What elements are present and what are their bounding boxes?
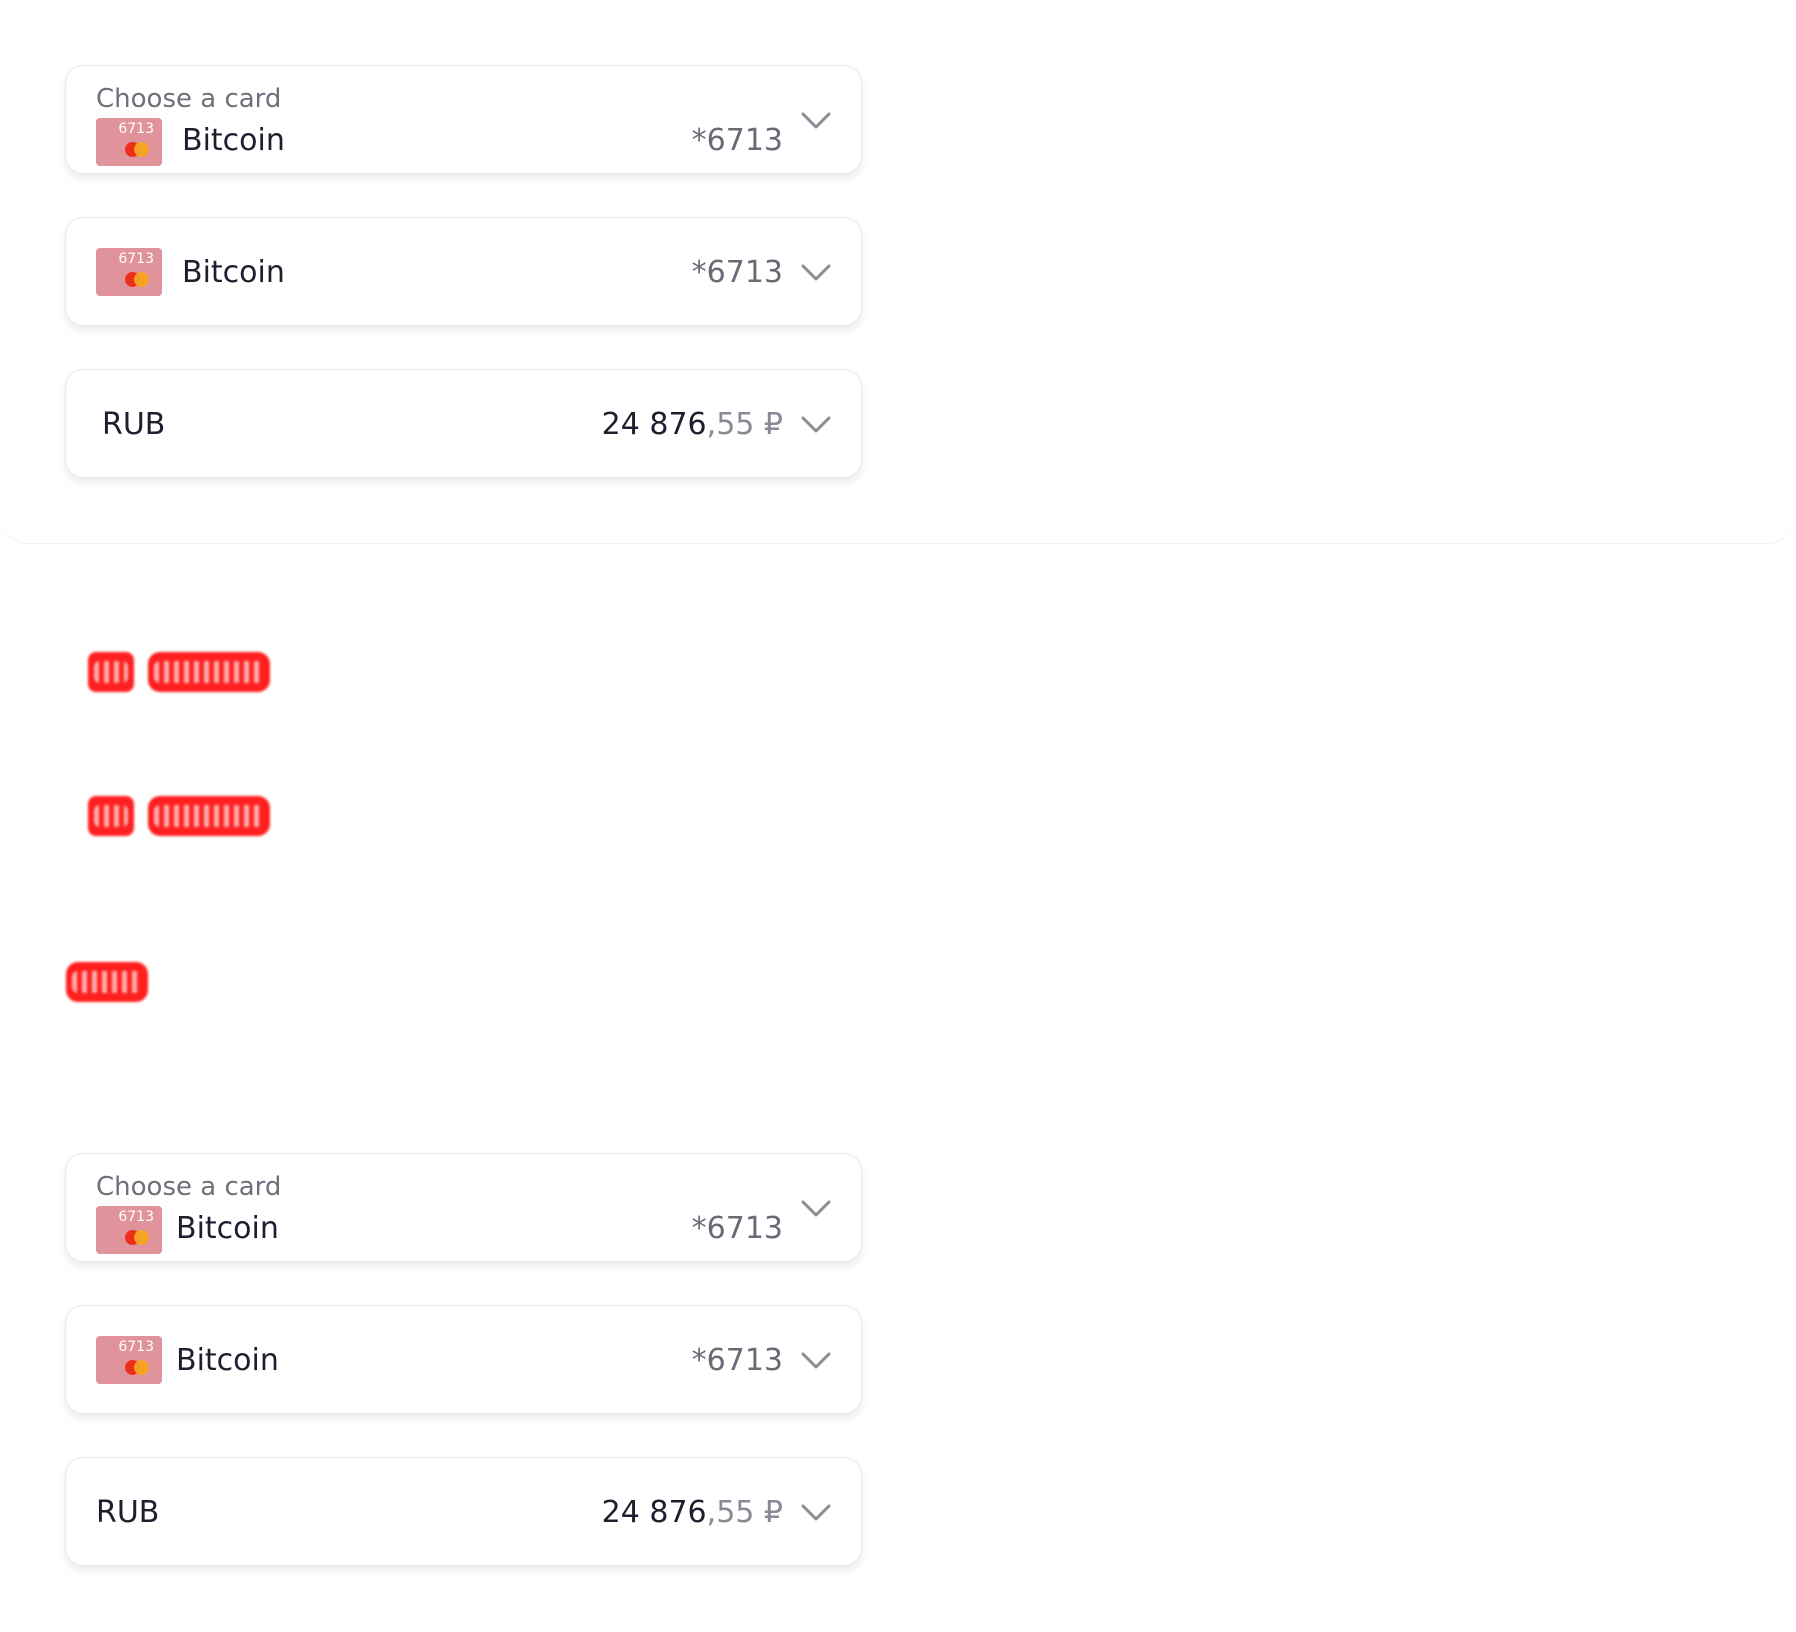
mastercard-logo-icon-overlap [134, 142, 149, 157]
redaction-pattern [154, 805, 264, 827]
card-thumb-number: 6713 [118, 1209, 154, 1225]
redacted-card-name [148, 796, 270, 836]
card-icon: 6713 [96, 118, 162, 166]
card-select[interactable]: 6713 Bitcoin *6713 [65, 217, 862, 326]
chevron-down-icon[interactable] [801, 1352, 831, 1370]
mastercard-logo-icon-overlap [134, 1230, 149, 1245]
card-select[interactable]: 6713 Bitcoin *6713 [65, 1305, 862, 1414]
redacted-currency [66, 962, 148, 1002]
redaction-pattern [94, 805, 128, 827]
card-select-labeled[interactable]: Choose a card 6713 Bitcoin *6713 [65, 65, 862, 174]
currency-select[interactable]: RUB 24 876,55 ₽ [65, 369, 862, 478]
balance-amount: 24 876,55 ₽ [602, 1498, 783, 1528]
card-last4: *6713 [691, 1343, 783, 1378]
page: Choose a card 6713 Bitcoin *6713 6713 Bi… [0, 0, 1796, 1632]
card-name: Bitcoin [176, 1211, 279, 1246]
card-select-labeled[interactable]: Choose a card 6713 Bitcoin *6713 [65, 1153, 862, 1262]
card-icon: 6713 [96, 1206, 162, 1254]
redaction-pattern [72, 971, 142, 993]
currency-code: RUB [96, 1495, 160, 1530]
chevron-down-icon[interactable] [801, 1200, 831, 1218]
balance-integer: 24 876 [601, 407, 707, 442]
card-select-label: Choose a card [96, 1172, 282, 1202]
card-icon: 6713 [96, 1336, 162, 1384]
chevron-down-icon[interactable] [801, 1504, 831, 1522]
balance-fraction: ,55 ₽ [706, 1495, 783, 1530]
mastercard-logo-icon-overlap [134, 272, 149, 287]
card-thumb-number: 6713 [118, 121, 154, 137]
balance-fraction: ,55 ₽ [706, 407, 783, 442]
card-last4: *6713 [691, 255, 783, 290]
redaction-pattern [94, 661, 128, 683]
top-panel: Choose a card 6713 Bitcoin *6713 6713 Bi… [0, 0, 1796, 543]
card-last4: *6713 [691, 123, 783, 158]
chevron-down-icon[interactable] [801, 112, 831, 130]
card-name: Bitcoin [182, 255, 285, 290]
redaction-pattern [154, 661, 264, 683]
card-select-label: Choose a card [96, 84, 282, 114]
currency-code: RUB [102, 407, 166, 442]
chevron-down-icon[interactable] [801, 264, 831, 282]
card-name: Bitcoin [182, 123, 285, 158]
redacted-card-icon [88, 796, 134, 836]
currency-select[interactable]: RUB 24 876,55 ₽ [65, 1457, 862, 1566]
redacted-card-icon [88, 652, 134, 692]
card-name: Bitcoin [176, 1343, 279, 1378]
redacted-card-name [148, 652, 270, 692]
card-thumb-number: 6713 [118, 251, 154, 267]
mastercard-logo-icon-overlap [134, 1360, 149, 1375]
chevron-down-icon[interactable] [801, 416, 831, 434]
card-thumb-number: 6713 [118, 1339, 154, 1355]
card-last4: *6713 [691, 1211, 783, 1246]
balance-amount: 24 876,55 ₽ [602, 410, 783, 440]
card-icon: 6713 [96, 248, 162, 296]
balance-integer: 24 876 [601, 1495, 707, 1530]
